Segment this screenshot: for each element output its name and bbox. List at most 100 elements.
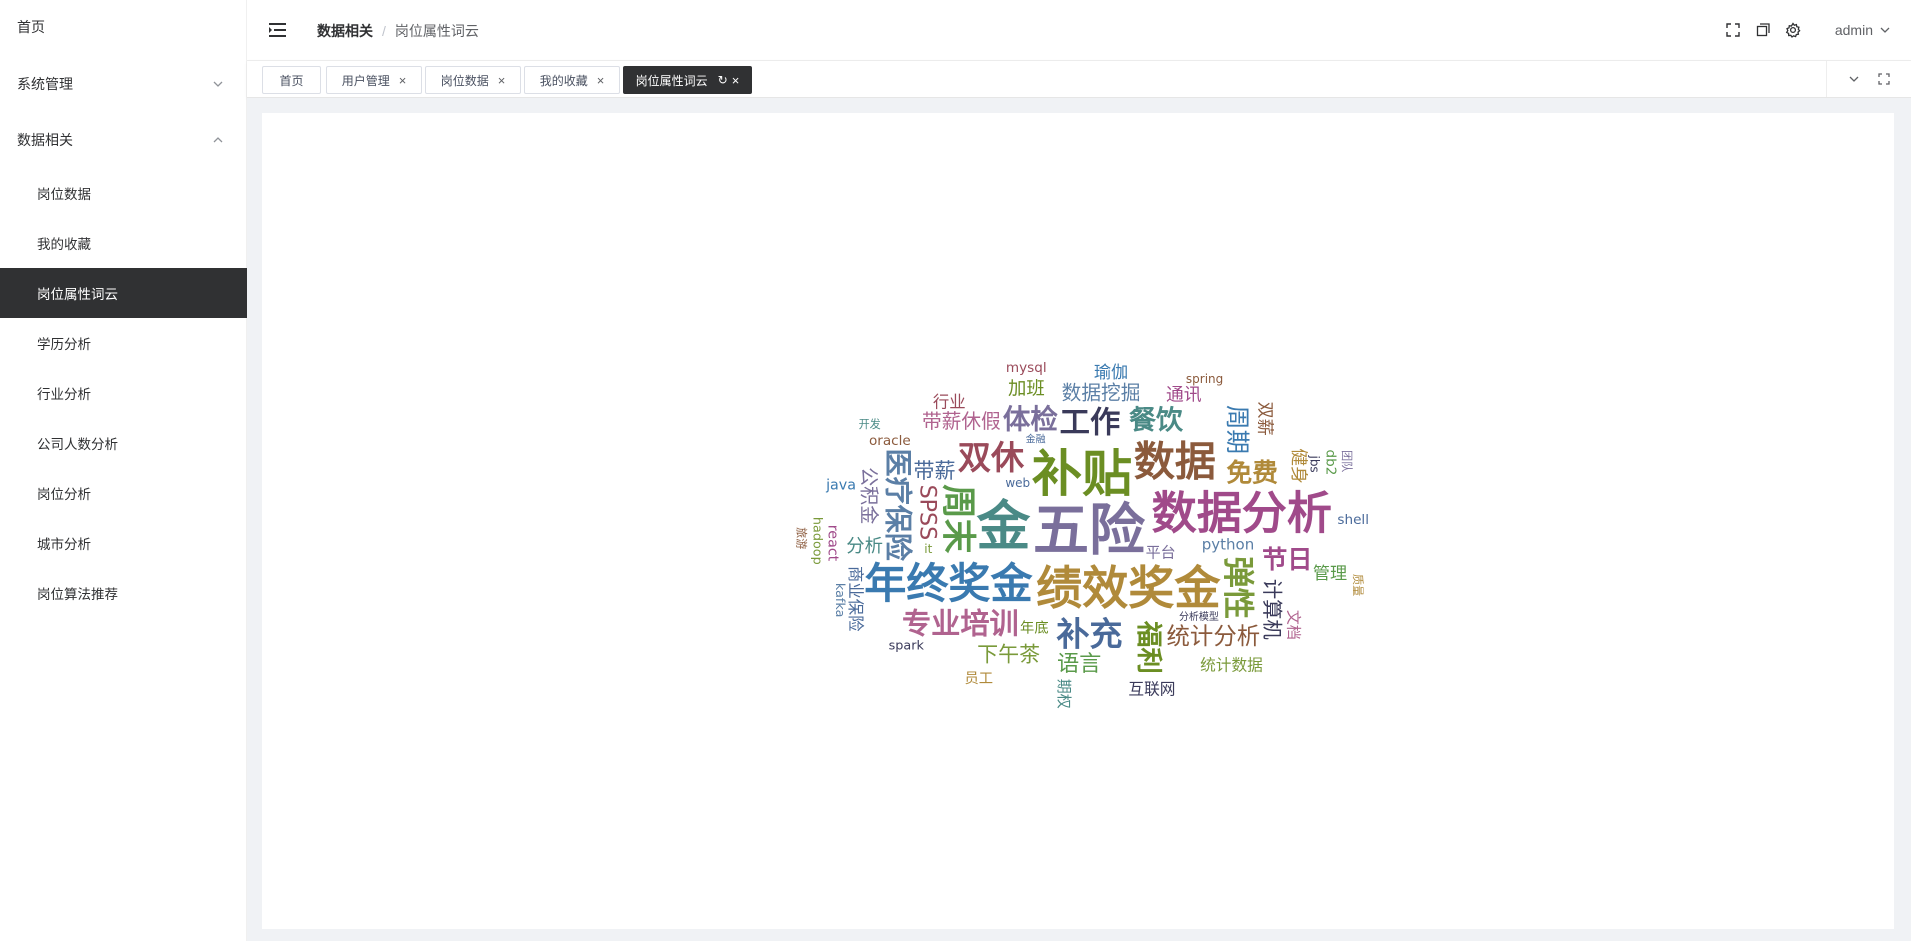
sidebar-item-label: 城市分析	[37, 537, 91, 552]
tab-home[interactable]: 首页	[262, 66, 321, 94]
wordcloud-word: 弹性	[1220, 556, 1256, 619]
wordcloud-word: 节日	[1262, 545, 1312, 574]
sidebar-item-label: 岗位属性词云	[37, 287, 118, 302]
user-name[interactable]: admin	[1835, 22, 1873, 38]
wordcloud-word: 补贴	[1032, 444, 1132, 503]
wordcloud-word: react	[825, 525, 841, 562]
wordcloud-card: 五险金补贴 绩效奖金 数据分析 年终奖金 数据 周末 双休 补充 弹性 工作 专业培训 医疗保险 体检 餐…	[262, 113, 1894, 929]
size-icon[interactable]	[1755, 22, 1771, 38]
wordcloud-word: 周期	[1223, 405, 1252, 454]
wordcloud-word: 统计数据	[1200, 655, 1263, 674]
wordcloud-word: 免费	[1226, 458, 1278, 489]
wordcloud-word: python	[1202, 536, 1254, 554]
wordcloud-word: 公积金	[858, 467, 881, 524]
breadcrumb: 数据相关 / 岗位属性词云	[317, 21, 479, 41]
wordcloud-word: 通讯	[1166, 385, 1202, 406]
breadcrumb-item[interactable]: 数据相关	[317, 21, 373, 41]
wordcloud-word: 期权	[1055, 679, 1073, 709]
wordcloud-word: 互联网	[1128, 679, 1175, 698]
tab-label: 岗位数据	[440, 73, 489, 88]
wordcloud-word: 平台	[1146, 543, 1176, 561]
fullscreen-icon[interactable]	[1877, 72, 1891, 86]
wordcloud-word: spark	[889, 638, 925, 653]
top-navbar: 数据相关 / 岗位属性词云 admin	[247, 0, 1911, 61]
sidebar-item-label: 我的收藏	[37, 237, 91, 252]
wordcloud-word: 带薪休假	[922, 410, 1001, 433]
menu-fold-icon[interactable]	[269, 22, 286, 38]
sidebar-submenu: 岗位数据 我的收藏 岗位属性词云 学历分析 行业分析 公司人数分析 岗位分析 城…	[0, 168, 247, 618]
sidebar-item-favorites[interactable]: 我的收藏	[0, 218, 247, 268]
wordcloud-word: 双休	[958, 438, 1025, 477]
chevron-down-icon[interactable]	[1879, 24, 1891, 36]
chevron-down-icon	[213, 81, 223, 87]
wordcloud-word: oracle	[869, 433, 911, 449]
sidebar-item-label: 系统管理	[17, 76, 73, 92]
wordcloud-word: 金	[976, 494, 1031, 557]
wordcloud-word: hadoop	[809, 517, 824, 565]
sidebar-item-recommend[interactable]: 岗位算法推荐	[0, 568, 247, 618]
tab-wordcloud[interactable]: 岗位属性词云 ↻ ×	[623, 66, 752, 94]
wordcloud-word: 旅游	[795, 527, 809, 549]
wordcloud-word: 瑜伽	[1094, 363, 1128, 383]
close-icon[interactable]: ×	[732, 73, 740, 88]
wordcloud-word: 下午茶	[977, 642, 1040, 666]
tab-user-management[interactable]: 用户管理 ×	[326, 66, 422, 94]
wordcloud-word: 周末	[938, 484, 978, 554]
tab-label: 岗位属性词云	[635, 73, 708, 88]
sidebar-item-education[interactable]: 学历分析	[0, 318, 247, 368]
wordcloud-word: SPSS	[914, 485, 940, 541]
wordcloud-word: 质量	[1351, 574, 1364, 596]
sidebar-item-job-data[interactable]: 岗位数据	[0, 168, 247, 218]
fullscreen-icon[interactable]	[1725, 22, 1741, 38]
wordcloud-word: 商业保险	[846, 566, 865, 632]
wordcloud-word: 统计分析	[1167, 622, 1261, 650]
sidebar-item-label: 岗位算法推荐	[37, 587, 118, 602]
tags-view: 首页 用户管理 × 岗位数据 × 我的收藏 × 岗位属性词云 ↻ ×	[247, 61, 1911, 98]
wordcloud-word: 医疗保险	[881, 449, 914, 562]
wordcloud-word: 数据	[1134, 437, 1216, 485]
sidebar-item-job-analysis[interactable]: 岗位分析	[0, 468, 247, 518]
sidebar-item-industry[interactable]: 行业分析	[0, 368, 247, 418]
wordcloud-word: 福利	[1133, 620, 1164, 674]
refresh-icon[interactable]: ↻	[718, 73, 728, 87]
sidebar-item-home[interactable]: 首页	[0, 2, 247, 52]
wordcloud-word: 文档	[1284, 610, 1302, 640]
wordcloud-chart: 五险金补贴绩效奖金 数据分析年终奖金 数据周末 双休补充 弹性 工作专业培训 医疗保险 体检 餐…	[795, 360, 1369, 709]
sidebar-item-label: 行业分析	[37, 387, 91, 402]
wordcloud-word: 员工	[964, 671, 993, 687]
sidebar-group-system[interactable]: 系统管理	[0, 59, 247, 109]
wordcloud-word: spring	[1186, 372, 1223, 386]
wordcloud-word: 数据挖掘	[1062, 381, 1141, 404]
tab-favorites[interactable]: 我的收藏 ×	[524, 66, 620, 94]
wordcloud-word: 餐饮	[1129, 405, 1184, 436]
wordcloud-word: 体检	[1003, 404, 1058, 436]
sidebar-group-data[interactable]: 数据相关	[0, 115, 247, 165]
chevron-down-icon[interactable]	[1847, 72, 1861, 86]
sidebar-item-label: 公司人数分析	[37, 437, 118, 452]
wordcloud-word: 五险	[1033, 499, 1146, 564]
tab-label: 用户管理	[341, 73, 390, 88]
wordcloud-word: 带薪	[913, 459, 955, 483]
wordcloud-word: 开发	[859, 417, 881, 431]
tab-job-data[interactable]: 岗位数据 ×	[425, 66, 521, 94]
breadcrumb-separator: /	[382, 23, 386, 39]
wordcloud-word: 语言	[1057, 651, 1101, 677]
sidebar-item-wordcloud[interactable]: 岗位属性词云	[0, 268, 247, 318]
wordcloud-word: 健身	[1288, 448, 1309, 484]
chevron-up-icon	[213, 137, 223, 143]
wordcloud-word: web	[1005, 476, 1030, 490]
close-icon[interactable]: ×	[597, 73, 605, 88]
close-icon[interactable]: ×	[498, 73, 506, 88]
wordcloud-word: 分析	[846, 536, 883, 557]
sidebar-item-label: 数据相关	[17, 132, 73, 148]
sidebar-item-city[interactable]: 城市分析	[0, 518, 247, 568]
sidebar-item-company-size[interactable]: 公司人数分析	[0, 418, 247, 468]
tags-actions	[1826, 61, 1911, 97]
gear-icon[interactable]	[1785, 22, 1801, 38]
wordcloud-word: 团队	[1340, 450, 1354, 472]
close-icon[interactable]: ×	[399, 73, 407, 88]
wordcloud-word: 加班	[1008, 378, 1045, 399]
wordcloud-word: 年终奖金	[864, 559, 1033, 608]
wordcloud-word: db2	[1323, 450, 1339, 476]
wordcloud-word: 计算机	[1260, 579, 1284, 640]
